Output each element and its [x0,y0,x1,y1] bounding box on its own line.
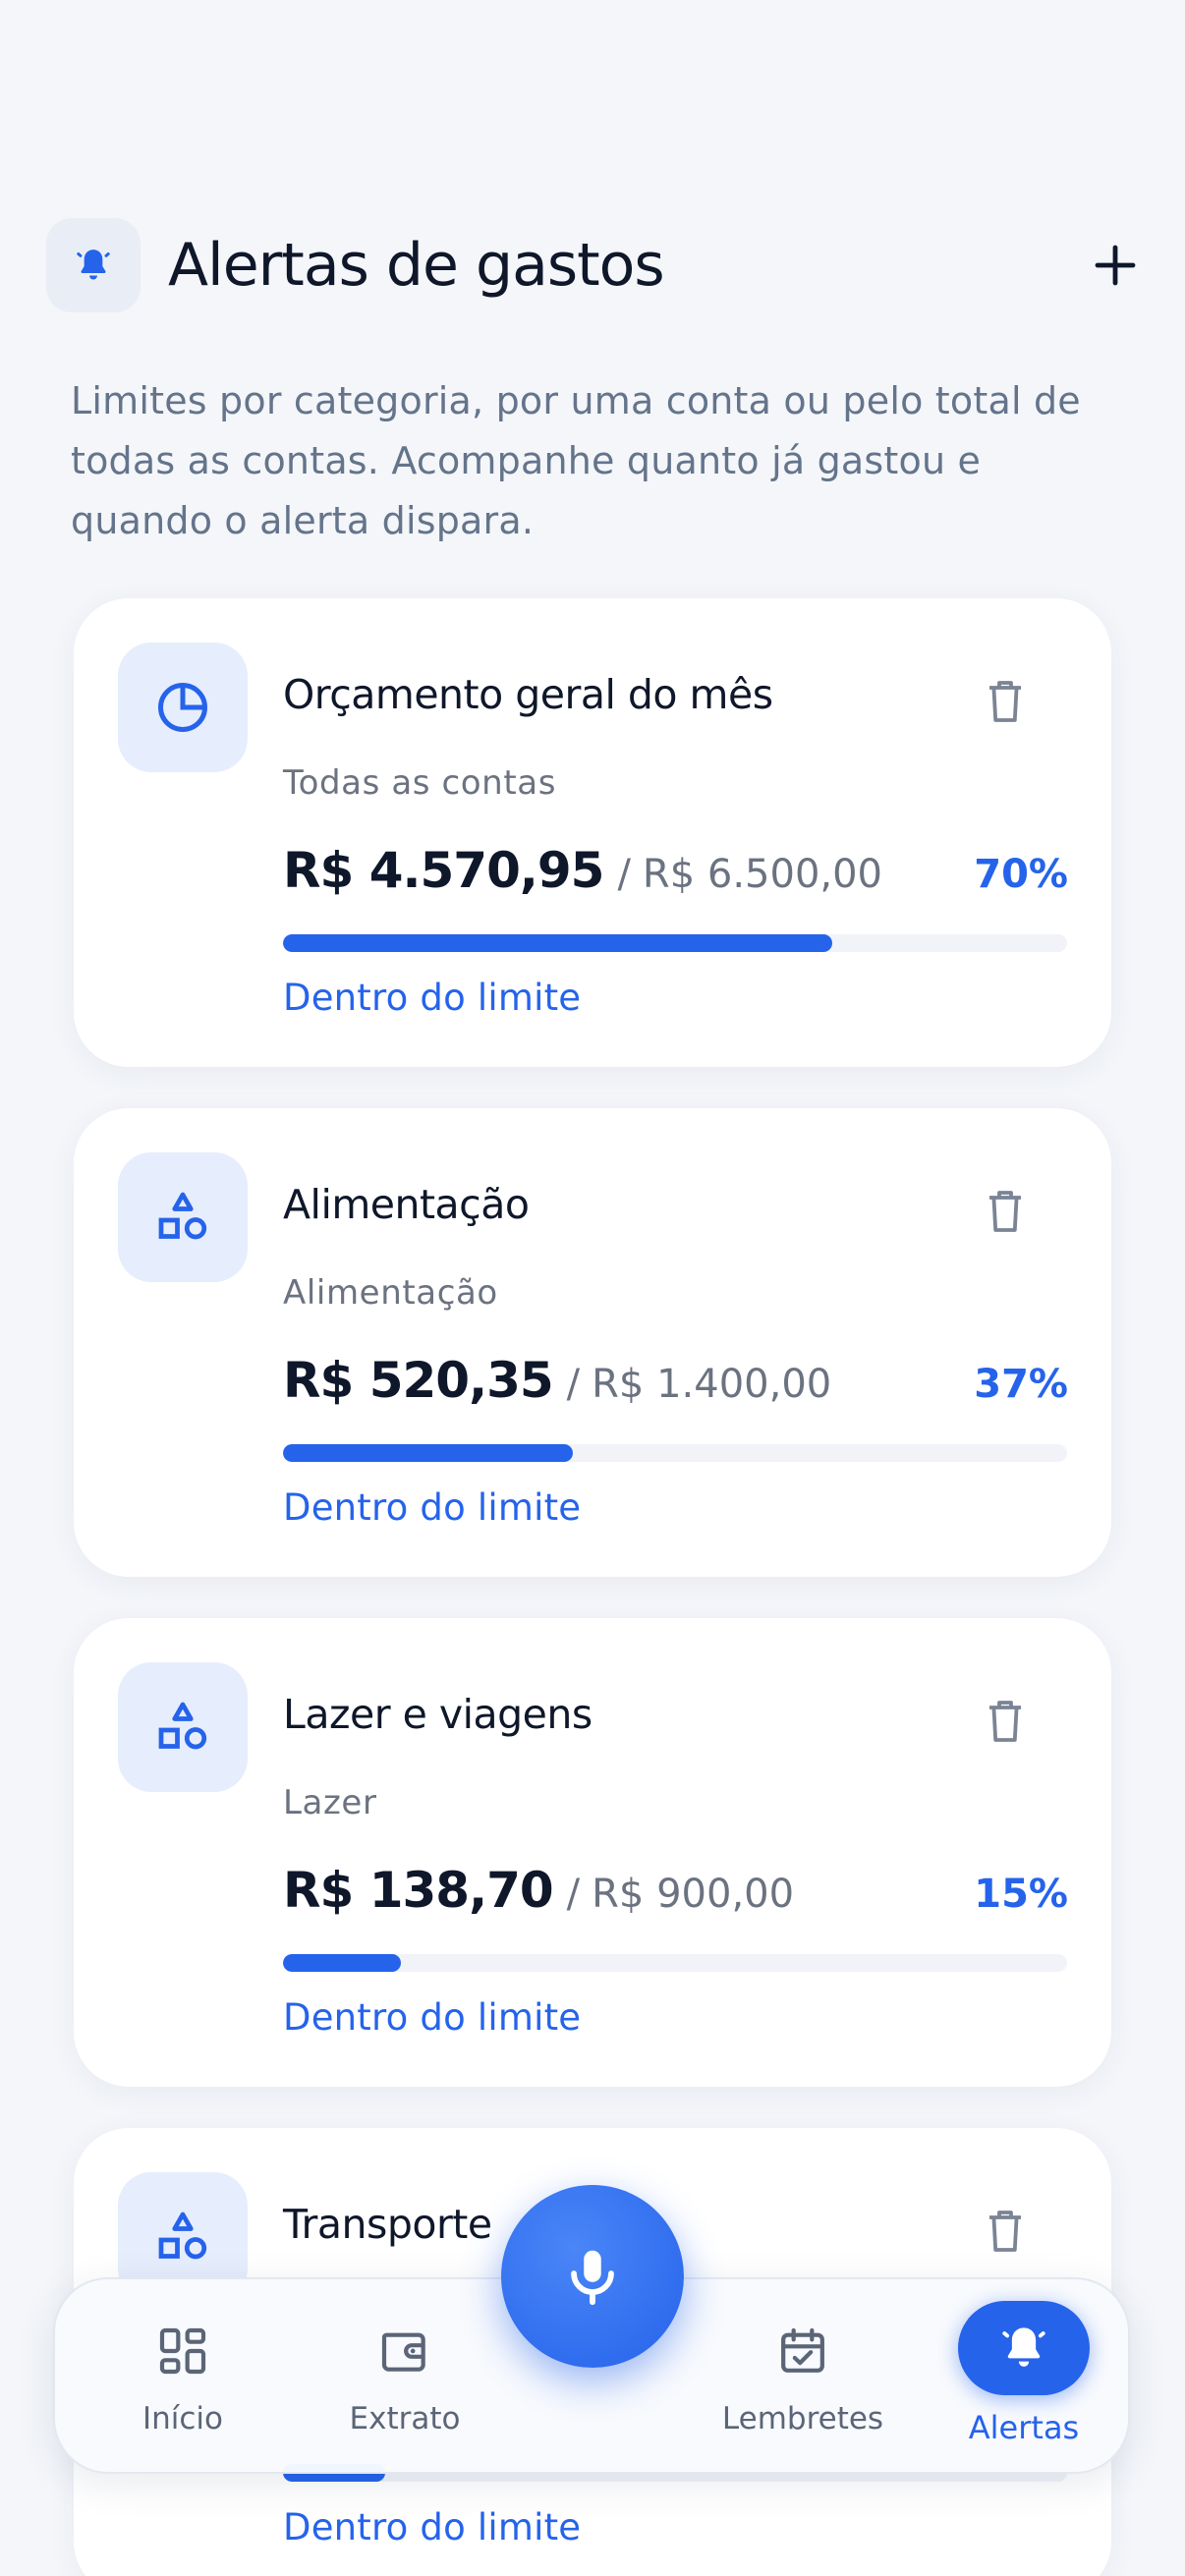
amount-limit: R$ 900,00 [592,1872,795,1917]
delete-alert-button[interactable] [982,1185,1029,1238]
alert-scope: Alimentação [283,1273,498,1313]
microphone-icon [571,2250,614,2306]
alert-status: Dentro do limite [283,1486,582,1529]
page-title: Alertas de gastos [168,231,665,300]
amount-limit: R$ 6.500,00 [642,852,883,897]
progress-bar [283,934,1067,952]
progress-fill [283,1444,574,1462]
nav-label: Extrato [349,2401,461,2436]
nav-label: Alertas [968,2409,1080,2446]
progress-bar [283,1954,1067,1972]
calendar-check-icon [775,2321,830,2381]
alert-amounts: R$ 520,35 / R$ 1.400,00 [283,1352,831,1409]
amount-separator: / [617,852,631,897]
alert-scope: Lazer [283,1783,377,1822]
bell-icon [46,218,141,312]
alert-amounts: R$ 4.570,95 / R$ 6.500,00 [283,842,882,899]
nav-label: Início [141,2401,224,2436]
alert-percent: 37% [974,1362,1068,1407]
progress-fill [283,1954,401,1972]
delete-alert-button[interactable] [982,675,1029,728]
amount-spent: R$ 520,35 [283,1352,554,1409]
pie-chart-icon [118,643,248,772]
alert-title: Alimentação [283,1181,530,1228]
nav-item-inicio[interactable]: Início [94,2279,271,2476]
amount-separator: / [566,1362,581,1407]
alert-percent: 15% [974,1872,1068,1917]
add-alert-button[interactable] [1080,230,1151,301]
alert-title: Transporte [283,2201,492,2248]
trash-icon [989,681,1021,722]
nav-item-lembretes[interactable]: Lembretes [709,2279,896,2476]
alert-card[interactable]: Orçamento geral do mês Todas as contas R… [74,598,1111,1067]
delete-alert-button[interactable] [982,1695,1029,1748]
page-description: Limites por categoria, por uma conta ou … [71,379,1081,542]
page-header: Alertas de gastos [46,218,1139,312]
alert-status: Dentro do limite [283,2506,582,2548]
wallet-icon [377,2321,432,2381]
amount-limit: R$ 1.400,00 [592,1362,832,1407]
alert-card[interactable]: Lazer e viagens Lazer R$ 138,70 / R$ 900… [74,1618,1111,2087]
nav-item-extrato[interactable]: Extrato [316,2279,493,2476]
trash-icon [989,2211,1021,2252]
alert-status: Dentro do limite [283,977,582,1019]
alert-title: Orçamento geral do mês [283,671,773,718]
trash-icon [989,1701,1021,1742]
progress-bar [283,1444,1067,1462]
shapes-icon [118,1152,248,1282]
voice-input-button[interactable] [501,2185,684,2368]
alert-status: Dentro do limite [283,1996,582,2039]
alert-amounts: R$ 138,70 / R$ 900,00 [283,1862,794,1919]
trash-icon [989,1191,1021,1232]
plus-icon [1095,245,1136,286]
delete-alert-button[interactable] [982,2205,1029,2258]
alert-scope: Todas as contas [283,763,557,803]
nav-item-alertas[interactable]: Alertas [935,2279,1112,2476]
progress-fill [283,934,832,952]
bell-icon [958,2301,1090,2395]
shapes-icon [118,1662,248,1792]
alert-percent: 70% [974,852,1068,897]
alert-card[interactable]: Alimentação Alimentação R$ 520,35 / R$ 1… [74,1108,1111,1577]
amount-spent: R$ 4.570,95 [283,842,604,899]
amount-separator: / [566,1872,581,1917]
nav-label: Lembretes [721,2401,884,2436]
alert-title: Lazer e viagens [283,1691,592,1738]
dashboard-icon [155,2321,210,2381]
amount-spent: R$ 138,70 [283,1862,554,1919]
